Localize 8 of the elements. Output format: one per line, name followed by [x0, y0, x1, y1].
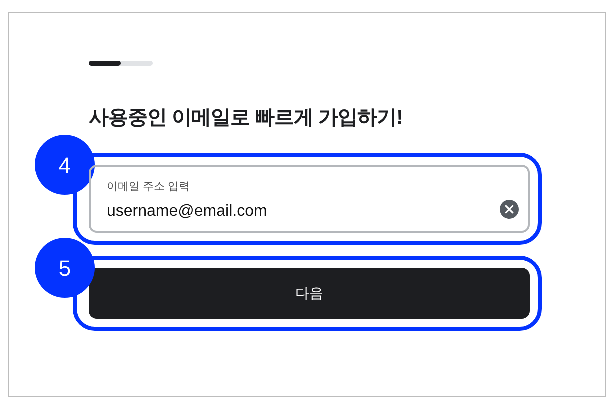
email-input[interactable]: username@email.com: [107, 200, 487, 224]
clear-icon[interactable]: [500, 200, 519, 219]
field-label: 이메일 주소 입력: [107, 180, 192, 195]
email-field[interactable]: 이메일 주소 입력 username@email.com: [89, 165, 530, 233]
step-number-badge: 4: [35, 135, 95, 195]
page-title: 사용중인 이메일로 빠르게 가입하기!: [89, 106, 404, 131]
next-button[interactable]: 다음: [89, 268, 530, 319]
step-number-badge: 5: [35, 238, 95, 298]
